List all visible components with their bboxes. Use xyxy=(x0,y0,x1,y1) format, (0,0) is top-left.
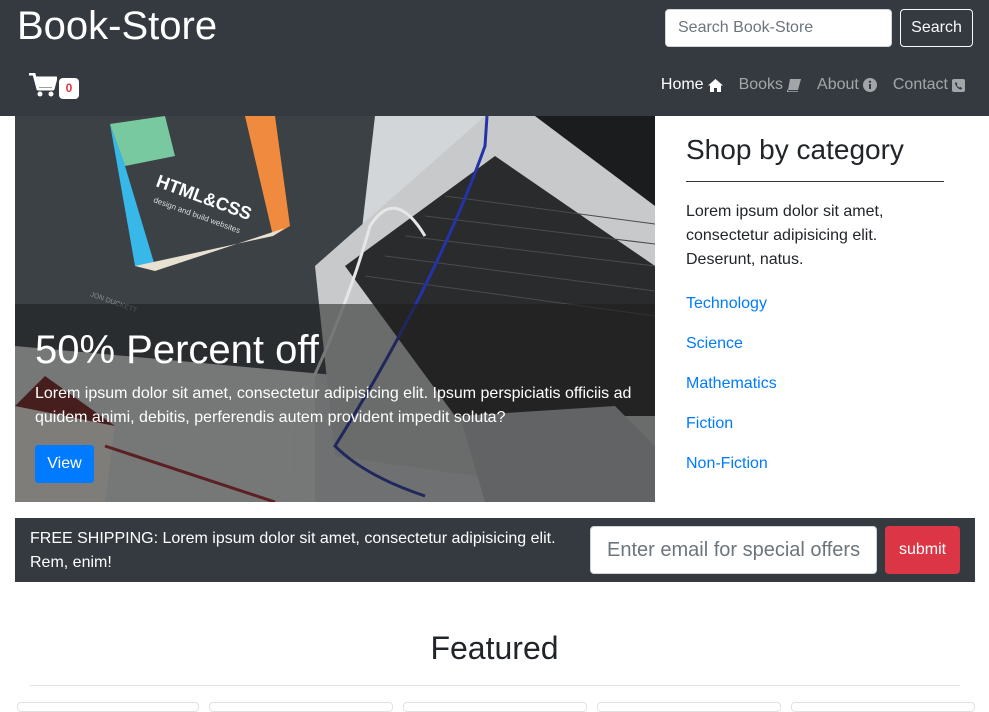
search-input[interactable] xyxy=(665,9,892,47)
view-button[interactable]: View xyxy=(35,445,94,483)
main-nav: Home Books About Contact xyxy=(661,76,965,94)
nav-contact[interactable]: Contact xyxy=(893,76,965,94)
category-link-mathematics[interactable]: Mathematics xyxy=(686,375,777,415)
featured-card[interactable] xyxy=(403,702,587,712)
featured-card[interactable] xyxy=(791,702,975,712)
hero-caption: 50% Percent off Lorem ipsum dolor sit am… xyxy=(15,304,655,502)
sidebar-divider xyxy=(686,181,944,182)
featured-card[interactable] xyxy=(597,702,781,712)
category-link-non-fiction[interactable]: Non-Fiction xyxy=(686,455,777,495)
shopping-cart-icon xyxy=(29,73,57,97)
hero-title: 50% Percent off xyxy=(35,328,319,372)
nav-about-label: About xyxy=(817,76,859,93)
sidebar-text: Lorem ipsum dolor sit amet, consectetur … xyxy=(686,203,884,268)
category-link-technology[interactable]: Technology xyxy=(686,295,777,335)
nav-books-label: Books xyxy=(738,76,784,93)
book-icon xyxy=(787,78,802,92)
info-circle-icon xyxy=(862,78,877,92)
sidebar-title: Shop by category xyxy=(686,134,904,165)
navbar: Book-Store Search 0 Home Books About xyxy=(0,0,989,116)
nav-about[interactable]: About xyxy=(817,76,877,94)
hero-text: Lorem ipsum dolor sit amet, consectetur … xyxy=(35,385,632,426)
featured-heading: Featured xyxy=(430,630,559,666)
phone-square-icon xyxy=(952,78,965,92)
nav-home-label: Home xyxy=(660,76,704,93)
shipping-text: FREE SHIPPING: Lorem ipsum dolor sit ame… xyxy=(30,530,556,571)
shipping-banner: FREE SHIPPING: Lorem ipsum dolor sit ame… xyxy=(15,518,975,582)
category-list: Technology Science Mathematics Fiction N… xyxy=(686,295,777,495)
category-link-fiction[interactable]: Fiction xyxy=(686,415,777,455)
email-field[interactable] xyxy=(590,526,877,574)
cart-button[interactable]: 0 xyxy=(29,72,81,100)
nav-books[interactable]: Books xyxy=(738,76,802,94)
featured-card[interactable] xyxy=(17,702,199,712)
submit-button[interactable]: submit xyxy=(885,526,960,574)
hero-carousel[interactable]: HTML&CSS design and build websites JON D… xyxy=(15,116,655,502)
featured-card[interactable] xyxy=(209,702,393,712)
cart-count-badge: 0 xyxy=(59,78,79,99)
brand-logo[interactable]: Book-Store xyxy=(17,4,217,49)
search-button[interactable]: Search xyxy=(900,9,973,47)
category-link-science[interactable]: Science xyxy=(686,335,777,375)
featured-divider xyxy=(30,685,960,686)
home-icon xyxy=(707,78,723,92)
nav-contact-label: Contact xyxy=(892,76,948,93)
nav-home[interactable]: Home xyxy=(661,76,723,94)
